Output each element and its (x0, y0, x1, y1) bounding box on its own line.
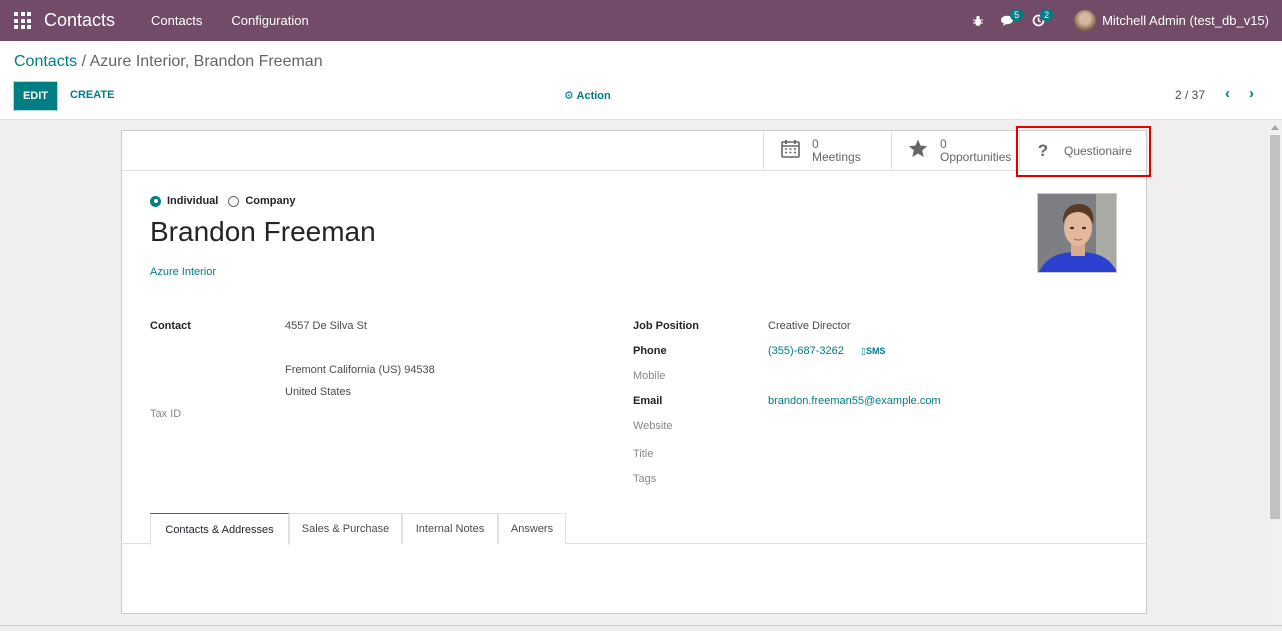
pager-value[interactable]: 2 / 37 (1175, 88, 1205, 102)
street-value: 4557 De Silva St (285, 320, 367, 332)
questionaire-smart-button[interactable]: ? Questionaire (1019, 131, 1147, 171)
email-link[interactable]: brandon.freeman55@example.com (768, 395, 941, 407)
meetings-smart-button[interactable]: 0 Meetings (763, 131, 891, 171)
email-label: Email (633, 395, 663, 407)
opportunities-smart-button[interactable]: 0 Opportunities (891, 131, 1019, 171)
edit-button[interactable]: EDIT (13, 81, 58, 111)
tax-id-label: Tax ID (150, 408, 182, 420)
breadcrumb: Contacts / Azure Interior, Brandon Freem… (14, 53, 323, 71)
messages-badge: 5 (1010, 9, 1024, 21)
user-avatar[interactable] (1074, 9, 1097, 32)
menu-contacts[interactable]: Contacts (151, 13, 202, 28)
opportunities-label: Opportunities (940, 150, 1012, 164)
bottom-edge (0, 625, 1282, 631)
sms-button[interactable]: ▯SMS (861, 346, 885, 357)
breadcrumb-contacts-link[interactable]: Contacts (14, 53, 77, 70)
parent-company-link[interactable]: Azure Interior (150, 266, 216, 278)
create-button[interactable]: CREATE (70, 89, 114, 101)
company-radio-label[interactable]: Company (245, 195, 295, 207)
scrollbar[interactable] (1268, 121, 1282, 625)
pager-next-icon[interactable]: › (1249, 85, 1254, 102)
star-icon (904, 139, 932, 164)
activities-icon[interactable]: 2 (1028, 0, 1054, 41)
title-label: Title (633, 448, 654, 460)
city-state-zip-value: Fremont California (US) 94538 (285, 364, 435, 376)
meetings-label: Meetings (812, 150, 861, 164)
tab-answers[interactable]: Answers (498, 513, 566, 544)
tab-contacts-addresses[interactable]: Contacts & Addresses (150, 513, 289, 545)
job-position-value: Creative Director (768, 320, 851, 332)
notebook-tabs: Contacts & Addresses Sales & Purchase In… (122, 513, 1146, 545)
form-sheet: 0 Meetings 0 Opportunities ? Questionair… (121, 130, 1147, 614)
smart-button-box: 0 Meetings 0 Opportunities ? Questionair… (122, 131, 1146, 171)
mobile-label: Mobile (633, 370, 666, 382)
breadcrumb-separator: / (77, 53, 90, 70)
country-value: United States (285, 386, 352, 398)
website-label: Website (633, 420, 673, 432)
questionaire-label: Questionaire (1064, 143, 1133, 158)
control-panel: Contacts / Azure Interior, Brandon Freem… (0, 41, 1282, 120)
question-icon: ? (1037, 141, 1049, 160)
activities-badge: 2 (1040, 9, 1054, 21)
individual-radio-label[interactable]: Individual (167, 195, 218, 207)
top-navbar: Contacts Contacts Configuration 5 2 Mitc… (0, 0, 1282, 41)
scroll-up-icon[interactable] (1271, 125, 1279, 130)
phone-link[interactable]: (355)-687-3262 (768, 345, 844, 357)
breadcrumb-current: Azure Interior, Brandon Freeman (89, 53, 323, 70)
user-menu[interactable]: Mitchell Admin (test_db_v15) (1102, 13, 1269, 28)
partner-name: Brandon Freeman (150, 216, 376, 247)
phone-label: Phone (633, 345, 667, 357)
app-title[interactable]: Contacts (44, 10, 115, 31)
individual-radio[interactable] (150, 195, 161, 207)
calendar-icon (776, 139, 804, 164)
menu-configuration[interactable]: Configuration (231, 13, 308, 28)
contact-label: Contact (150, 320, 191, 332)
bug-icon[interactable] (968, 0, 988, 41)
app-grid-icon[interactable] (14, 12, 31, 29)
scrollbar-thumb[interactable] (1270, 135, 1280, 519)
action-menu-button[interactable]: ⚙ Action (564, 89, 611, 102)
tab-sales-purchase[interactable]: Sales & Purchase (289, 513, 402, 544)
company-type-radio: Individual Company (150, 195, 305, 207)
tab-internal-notes[interactable]: Internal Notes (402, 513, 498, 544)
company-radio[interactable] (228, 195, 240, 207)
tags-label: Tags (633, 473, 657, 485)
contact-photo[interactable] (1037, 193, 1117, 273)
pager-previous-icon[interactable]: ‹ (1225, 85, 1230, 102)
messages-icon[interactable]: 5 (998, 0, 1024, 41)
job-position-label: Job Position (633, 320, 699, 332)
